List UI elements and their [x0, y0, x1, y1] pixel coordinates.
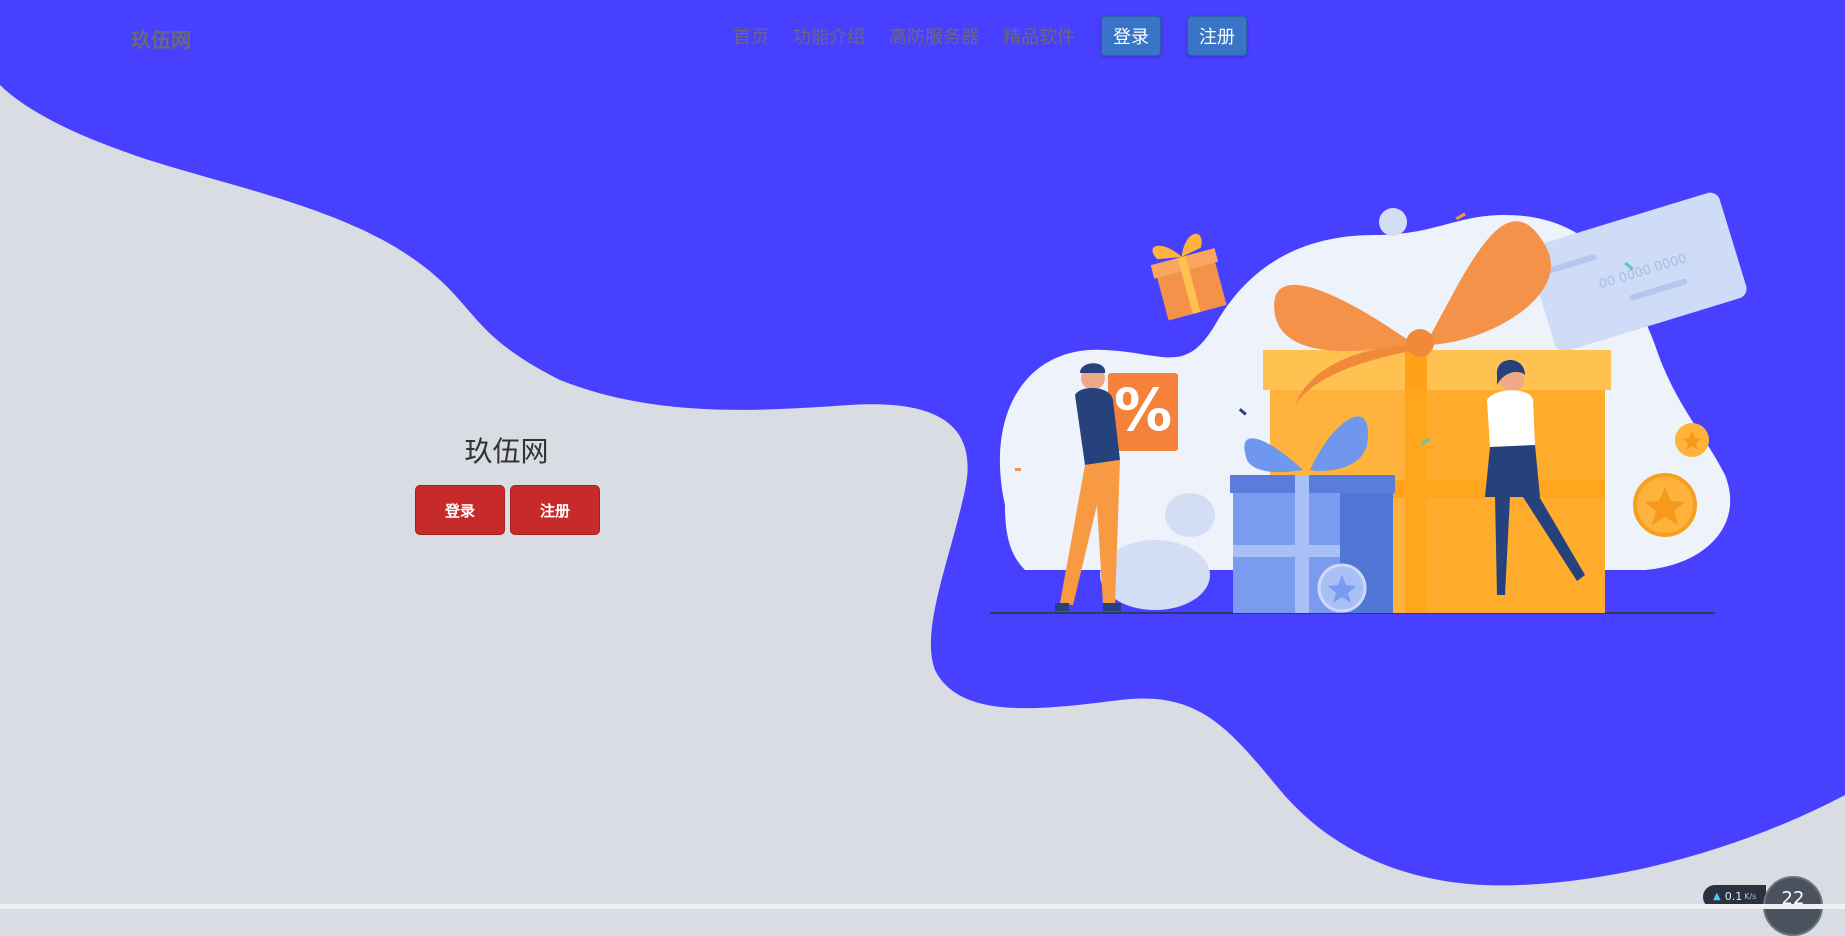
gift-illustration: 00 0000 0000 %: [990, 192, 1747, 614]
gauge-value: 22: [1781, 888, 1805, 909]
speed-value: 0.1: [1724, 890, 1743, 903]
speed-unit: K/s: [1744, 892, 1757, 901]
hero-register-button[interactable]: 注册: [510, 485, 600, 535]
header-register-button[interactable]: 注册: [1187, 16, 1247, 56]
hero-login-button[interactable]: 登录: [415, 485, 505, 535]
credit-card-image: 00 0000 0000: [1528, 192, 1747, 352]
bottom-scrollbar-strip: [0, 904, 1845, 909]
percent-sign: %: [1114, 376, 1172, 444]
brand-logo-text[interactable]: 玖伍网: [131, 24, 191, 53]
nav-servers[interactable]: 高防服务器: [889, 23, 979, 49]
small-gift-box: [1150, 233, 1227, 321]
hero-buttons: 登录 注册: [415, 485, 605, 535]
nav-features[interactable]: 功能介绍: [793, 23, 865, 49]
hero-title: 玖伍网: [464, 435, 549, 468]
upload-arrow-icon: ▲: [1713, 891, 1721, 902]
header-login-button[interactable]: 登录: [1101, 16, 1161, 56]
top-nav: 首页 功能介绍 高防服务器 精品软件 登录 注册: [733, 16, 1247, 56]
nav-software[interactable]: 精品软件: [1003, 23, 1075, 49]
nav-home[interactable]: 首页: [733, 23, 769, 49]
